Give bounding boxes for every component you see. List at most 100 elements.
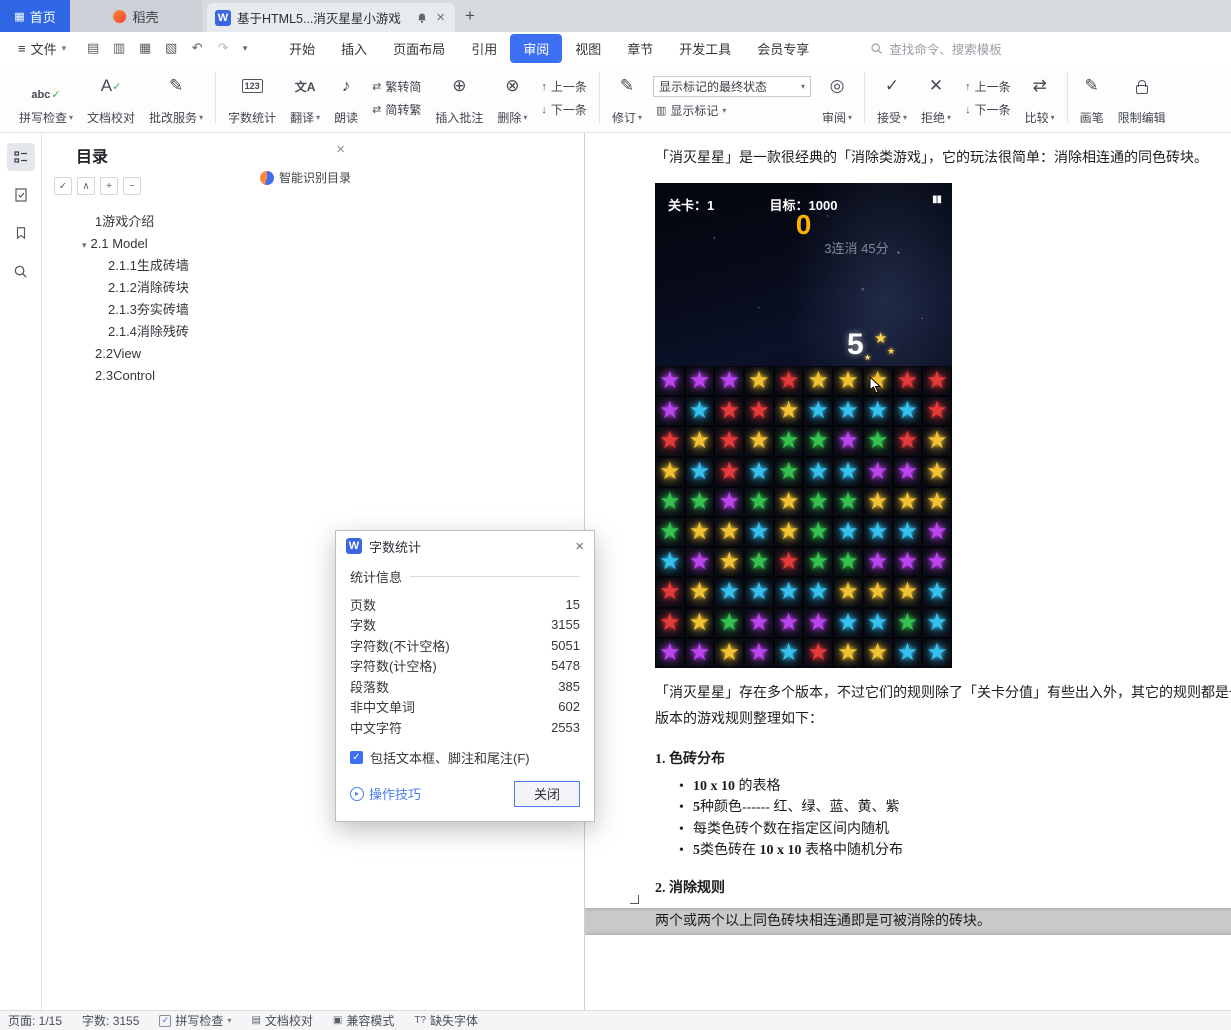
prev-change-button[interactable]: ↑ 上一条 [962,77,1014,96]
spell-check-button[interactable]: abc ✓ 拼写检查 ▾ [12,68,80,128]
game-screenshot-image[interactable]: 关卡：1 目标：1000 ▮▮ 0 3连消 45分 5 ★ ★ ★ ★ ★ ★ ★ ★ ★… [655,183,952,668]
bullet-item[interactable]: 10 x 10 的表格 [655,776,1231,798]
customize-toolbar-caret-icon[interactable]: ▾ [238,37,252,59]
paragraph[interactable]: 「消灭星星」存在多个版本，不过它们的规则除了「关卡分值」有些出入外，其它的规则都… [655,681,1231,707]
home-tab[interactable]: ▦ 首页 [0,0,70,32]
bullet-item[interactable]: 5类色砖在 10 x 10 表格中随机分布 [655,840,1231,862]
toc-item[interactable]: 2.2View [42,343,357,365]
show-markup-button[interactable]: ▥ 显示标记 ▾ [653,101,811,120]
save-icon[interactable]: ▤ [82,37,104,59]
toc-item[interactable]: 2.1.2消除砖块 [42,277,357,299]
toc-item[interactable]: 2.3Control [42,365,357,387]
chevron-down-icon[interactable]: ▾ [82,240,87,250]
bookmark-pane-button[interactable] [7,219,35,247]
simp-to-trad-button[interactable]: ⇄ 简转繁 [369,100,424,119]
word-count-indicator[interactable]: 字数: 3155 [82,1012,139,1029]
toc-item[interactable]: 2.1.3夯实砖墙 [42,299,357,321]
close-dialog-icon[interactable]: × [575,538,584,555]
correction-service-button[interactable]: ✎ 批改服务 ▾ [142,68,210,128]
file-menu-button[interactable]: ≡ 文件 ▾ [10,35,74,62]
star-tile: ★ [684,607,715,638]
display-for-review-dropdown[interactable]: 显示标记的最终状态 ▾ [652,76,811,97]
star-icon: ★ [659,397,681,425]
paragraph[interactable]: 版本的游戏规则整理如下： [655,707,1231,733]
heading[interactable]: 2. 消除规则 [655,877,1231,901]
print-icon[interactable]: ▦ [134,37,156,59]
tab-start[interactable]: 开始 [276,34,328,63]
tab-member[interactable]: 会员专享 [744,34,822,63]
export-pdf-icon[interactable]: ▥ [108,37,130,59]
close-toc-icon[interactable]: × [336,141,345,158]
translate-button[interactable]: 文A 翻译 ▾ [283,68,327,128]
document-tab[interactable]: W 基于HTML5...消灭星星小游戏 × [207,3,455,32]
tab-page-layout[interactable]: 页面布局 [380,34,458,63]
accept-change-button[interactable]: ✓ 接受 ▾ [870,68,914,128]
docer-tab[interactable]: 稻壳 [70,0,202,32]
document-workspace[interactable]: 「消灭星星」是一款很经典的「消除类游戏」，它的玩法很简单：消除相连通的同色砖块。… [585,133,1231,1010]
toc-item[interactable]: 2.1.1生成砖墙 [42,255,357,277]
trad-to-simp-button[interactable]: ⇄ 繁转简 [369,77,424,96]
tips-link[interactable]: ▸ 操作技巧 [350,784,421,803]
bell-icon[interactable] [416,12,428,24]
next-comment-button[interactable]: ↓ 下一条 [538,100,590,119]
star-icon: ★ [777,638,800,666]
task-pane-button[interactable] [7,181,35,209]
document-page-1[interactable]: 「消灭星星」是一款很经典的「消除类游戏」，它的玩法很简单：消除相连通的同色砖块。… [585,133,1231,929]
prev-comment-button[interactable]: ↑ 上一条 [538,77,590,96]
outline-pane-button[interactable] [6,143,35,171]
compare-button[interactable]: ⇄ 比较 ▾ [1018,68,1062,128]
restrict-editing-button[interactable]: 限制编辑 [1111,68,1173,128]
bullet-item[interactable]: 5种颜色------ 红、绿、蓝、黄、紫 [655,797,1231,819]
track-changes-button[interactable]: ✎ 修订 ▾ [605,68,649,128]
tab-section[interactable]: 章节 [614,34,666,63]
delete-comment-button[interactable]: ⊗ 删除 ▾ [490,68,534,128]
review-pane-button[interactable]: ◎ 审阅 ▾ [815,68,859,128]
star-tile: ★ [892,396,923,427]
paragraph[interactable]: 「消灭星星」是一款很经典的「消除类游戏」，它的玩法很简单：消除相连通的同色砖块。 [655,146,1231,172]
tab-insert[interactable]: 插入 [328,34,380,63]
missing-font-status[interactable]: T? 缺失字体 [414,1012,478,1029]
read-aloud-button[interactable]: ♪ 朗读 [327,68,365,128]
star-tile: ★ [892,577,923,608]
spell-check-toggle[interactable]: ✓ 拼写检查 ▾ [159,1012,231,1029]
tab-dev-tools[interactable]: 开发工具 [666,34,744,63]
paragraph[interactable]: 两个或两个以上同色砖块相连通即是可被消除的砖块。 [655,909,1231,935]
reject-change-button[interactable]: ✕ 拒绝 ▾ [914,68,958,128]
redo-icon[interactable]: ↷ [212,37,234,59]
tab-review[interactable]: 审阅 [510,33,563,63]
document-page-2[interactable] [585,935,1231,1010]
print-preview-icon[interactable]: ▧ [160,37,182,59]
compare-icon: ⇄ [1032,76,1047,95]
tab-reference[interactable]: 引用 [458,34,510,63]
star-icon: ★ [866,518,889,546]
bullet-item[interactable]: 每类色砖个数在指定区间内随机 [655,819,1231,841]
doc-proof-button[interactable]: A ✓ 文档校对 [80,68,142,128]
command-search[interactable]: 查找命令、搜索模板 [870,39,1002,58]
smart-recognize-toc-button[interactable]: 智能识别目录 [259,169,351,186]
find-pane-button[interactable] [7,257,35,285]
tab-view[interactable]: 视图 [562,34,614,63]
next-change-button[interactable]: ↓ 下一条 [962,100,1014,119]
toc-item[interactable]: 2.1.4消除残砖 [42,321,357,343]
new-tab-button[interactable]: + [455,0,485,32]
toc-locate-button[interactable]: ✓ [54,177,72,195]
compat-mode-status[interactable]: ▣ 兼容模式 [333,1012,394,1029]
close-tab-icon[interactable]: × [434,9,447,26]
close-button[interactable]: 关闭 [514,780,580,807]
doc-proof-status[interactable]: ▤ 文档校对 [251,1012,312,1029]
toc-expand-all-button[interactable]: + [100,177,118,195]
dialog-titlebar[interactable]: W 字数统计 × [336,531,594,561]
toc-collapse-all-button[interactable]: − [123,177,141,195]
include-textbox-checkbox[interactable]: ✓ 包括文本框、脚注和尾注(F) [350,748,580,767]
star-icon: ★ [748,457,770,485]
undo-icon[interactable]: ↶ [186,37,208,59]
insert-comment-button[interactable]: ⊕ 插入批注 [428,68,490,128]
toc-item[interactable]: ▾ 2.1 Model [42,233,357,255]
star-tile: ★ [892,637,923,668]
star-icon: ★ [777,367,800,395]
ink-brush-button[interactable]: ✎ 画笔 [1073,68,1111,128]
toc-item[interactable]: 1游戏介绍 [42,211,357,233]
word-count-button[interactable]: 123 字数统计 [221,68,283,128]
heading[interactable]: 1. 色砖分布 [655,748,1231,772]
toc-collapse-button[interactable]: ∧ [77,177,95,195]
